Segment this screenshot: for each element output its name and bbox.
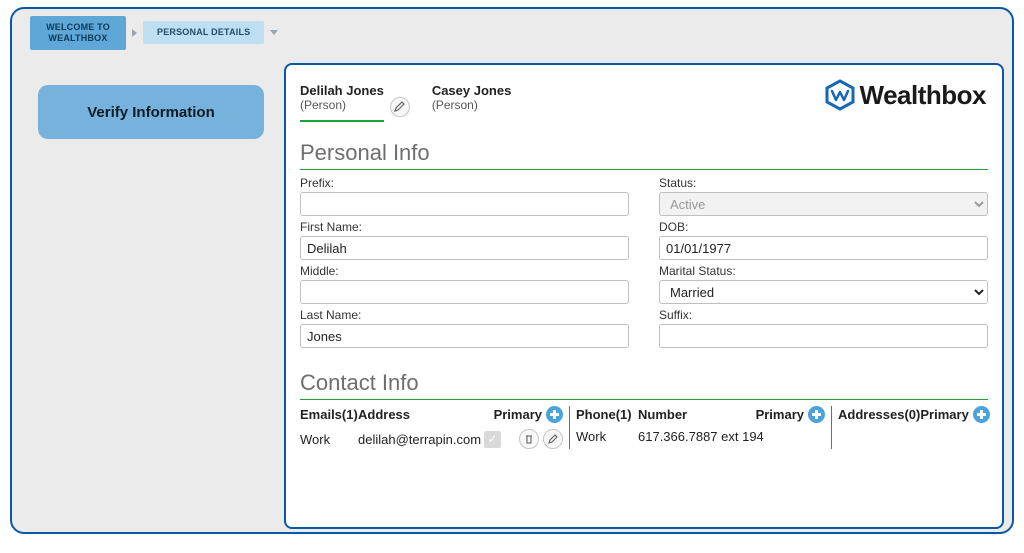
crumb-welcome-line2: WEALTHBOX bbox=[44, 33, 112, 44]
last-name-input[interactable] bbox=[300, 324, 629, 348]
breadcrumb: WELCOME TO WEALTHBOX PERSONAL DETAILS bbox=[12, 9, 1012, 50]
person-tab-2-name: Casey Jones bbox=[432, 83, 512, 98]
crumb-personal[interactable]: PERSONAL DETAILS bbox=[143, 21, 264, 44]
marital-label: Marital Status: bbox=[659, 264, 988, 278]
address-header: Address bbox=[358, 407, 494, 422]
brand-hex-icon bbox=[824, 79, 856, 111]
phone-column: Phone(1) Number Primary Work 617.366.788… bbox=[570, 406, 832, 449]
emails-count-header: Emails(1) bbox=[300, 407, 358, 422]
main-panel: Wealthbox Delilah Jones (Person) Casey J… bbox=[284, 63, 1004, 529]
delete-email-icon[interactable] bbox=[519, 429, 539, 449]
section-rule-2 bbox=[300, 399, 988, 400]
phone-row-label: Work bbox=[576, 429, 638, 444]
section-title-personal: Personal Info bbox=[300, 140, 988, 166]
marital-select[interactable]: Married bbox=[659, 280, 988, 304]
dob-input[interactable] bbox=[659, 236, 988, 260]
phone-row: Work 617.366.7887 ext 194 bbox=[576, 429, 825, 444]
phone-count-header: Phone(1) bbox=[576, 407, 638, 422]
verify-information-button[interactable]: Verify Information bbox=[38, 85, 264, 139]
crumb-welcome-line1: WELCOME TO bbox=[44, 22, 112, 33]
email-row-address: delilah@terrapin.com bbox=[358, 432, 484, 447]
section-rule bbox=[300, 169, 988, 170]
person-tab-2[interactable]: Casey Jones (Person) bbox=[432, 83, 512, 120]
status-label: Status: bbox=[659, 176, 988, 190]
first-name-input[interactable] bbox=[300, 236, 629, 260]
phone-row-number: 617.366.7887 ext 194 bbox=[638, 429, 825, 444]
middle-input[interactable] bbox=[300, 280, 629, 304]
email-row: Work delilah@terrapin.com ✓ bbox=[300, 429, 563, 449]
person-tab-2-type: (Person) bbox=[432, 98, 512, 112]
number-header: Number bbox=[638, 407, 756, 422]
contact-grid: Emails(1) Address Primary Work delilah@t… bbox=[300, 406, 988, 449]
email-primary-check[interactable]: ✓ bbox=[484, 431, 501, 448]
add-phone-icon[interactable] bbox=[808, 406, 825, 423]
first-name-label: First Name: bbox=[300, 220, 629, 234]
primary-header-addresses: Primary bbox=[920, 407, 968, 422]
crumb-welcome[interactable]: WELCOME TO WEALTHBOX bbox=[30, 16, 126, 50]
primary-header-emails: Primary bbox=[494, 407, 542, 422]
prefix-input[interactable] bbox=[300, 192, 629, 216]
email-row-label: Work bbox=[300, 432, 358, 447]
status-select[interactable]: Active bbox=[659, 192, 988, 216]
add-address-icon[interactable] bbox=[973, 406, 990, 423]
chevron-down-icon bbox=[270, 30, 278, 35]
last-name-label: Last Name: bbox=[300, 308, 629, 322]
dob-label: DOB: bbox=[659, 220, 988, 234]
prefix-label: Prefix: bbox=[300, 176, 629, 190]
chevron-right-icon bbox=[132, 29, 137, 37]
brand-name: Wealthbox bbox=[860, 80, 986, 111]
primary-header-phone: Primary bbox=[756, 407, 804, 422]
suffix-label: Suffix: bbox=[659, 308, 988, 322]
person-tab-1-name: Delilah Jones bbox=[300, 83, 384, 98]
suffix-input[interactable] bbox=[659, 324, 988, 348]
add-email-icon[interactable] bbox=[546, 406, 563, 423]
emails-column: Emails(1) Address Primary Work delilah@t… bbox=[300, 406, 570, 449]
person-tab-1[interactable]: Delilah Jones (Person) bbox=[300, 83, 384, 122]
middle-label: Middle: bbox=[300, 264, 629, 278]
edit-email-icon[interactable] bbox=[543, 429, 563, 449]
app-frame: WELCOME TO WEALTHBOX PERSONAL DETAILS Ve… bbox=[10, 7, 1014, 534]
section-title-contact: Contact Info bbox=[300, 370, 988, 396]
brand: Wealthbox bbox=[824, 79, 986, 111]
personal-form: Prefix: Status: Active First Name: DOB: … bbox=[300, 176, 988, 348]
addresses-column: Addresses(0) Primary bbox=[832, 406, 982, 449]
addresses-count-header: Addresses(0) bbox=[838, 407, 920, 422]
person-tab-1-type: (Person) bbox=[300, 98, 384, 112]
edit-person-icon[interactable] bbox=[390, 97, 410, 117]
